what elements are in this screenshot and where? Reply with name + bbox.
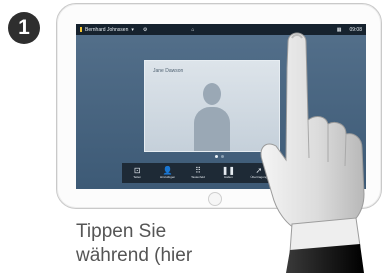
- device-home-button[interactable]: [208, 192, 222, 206]
- settings-icon[interactable]: ⚙: [143, 27, 147, 33]
- pause-icon: ❚❚: [221, 166, 236, 175]
- page-dot: [221, 155, 224, 158]
- call-toolbar: ⊡ Teilen 👤 Hinzufügen ⠿ Tastenfeld ❚❚ Ha…: [122, 163, 274, 183]
- page-dot-active: [215, 155, 218, 158]
- instruction-line-1: Tippen Sie: [76, 221, 167, 242]
- instruction-text: Tippen Sie während (hier: [76, 220, 276, 268]
- contact-name[interactable]: Bernhard Johnssen: [85, 27, 128, 33]
- page-indicator: [215, 155, 224, 158]
- hold-button[interactable]: ❚❚ Halten: [213, 163, 243, 183]
- avatar-silhouette-icon: [194, 83, 230, 151]
- chevron-down-icon[interactable]: ▾: [131, 27, 134, 33]
- step-number-badge: 1: [8, 12, 40, 44]
- keypad-icon: ⠿: [195, 166, 201, 175]
- share-button[interactable]: ⊡ Teilen: [122, 163, 152, 183]
- participant-name: Jane Dawson: [153, 68, 184, 74]
- share-screen-icon: ⊡: [133, 166, 141, 175]
- keypad-button[interactable]: ⠿ Tastenfeld: [183, 163, 213, 183]
- add-participant-icon: 👤: [162, 166, 173, 175]
- step-number: 1: [18, 16, 30, 39]
- home-icon[interactable]: ⌂: [191, 27, 194, 33]
- instruction-line-2: während (hier: [76, 245, 193, 266]
- pointing-hand-icon: [260, 32, 365, 273]
- add-participant-button[interactable]: 👤 Hinzufügen: [152, 163, 182, 183]
- presence-indicator: [80, 27, 82, 32]
